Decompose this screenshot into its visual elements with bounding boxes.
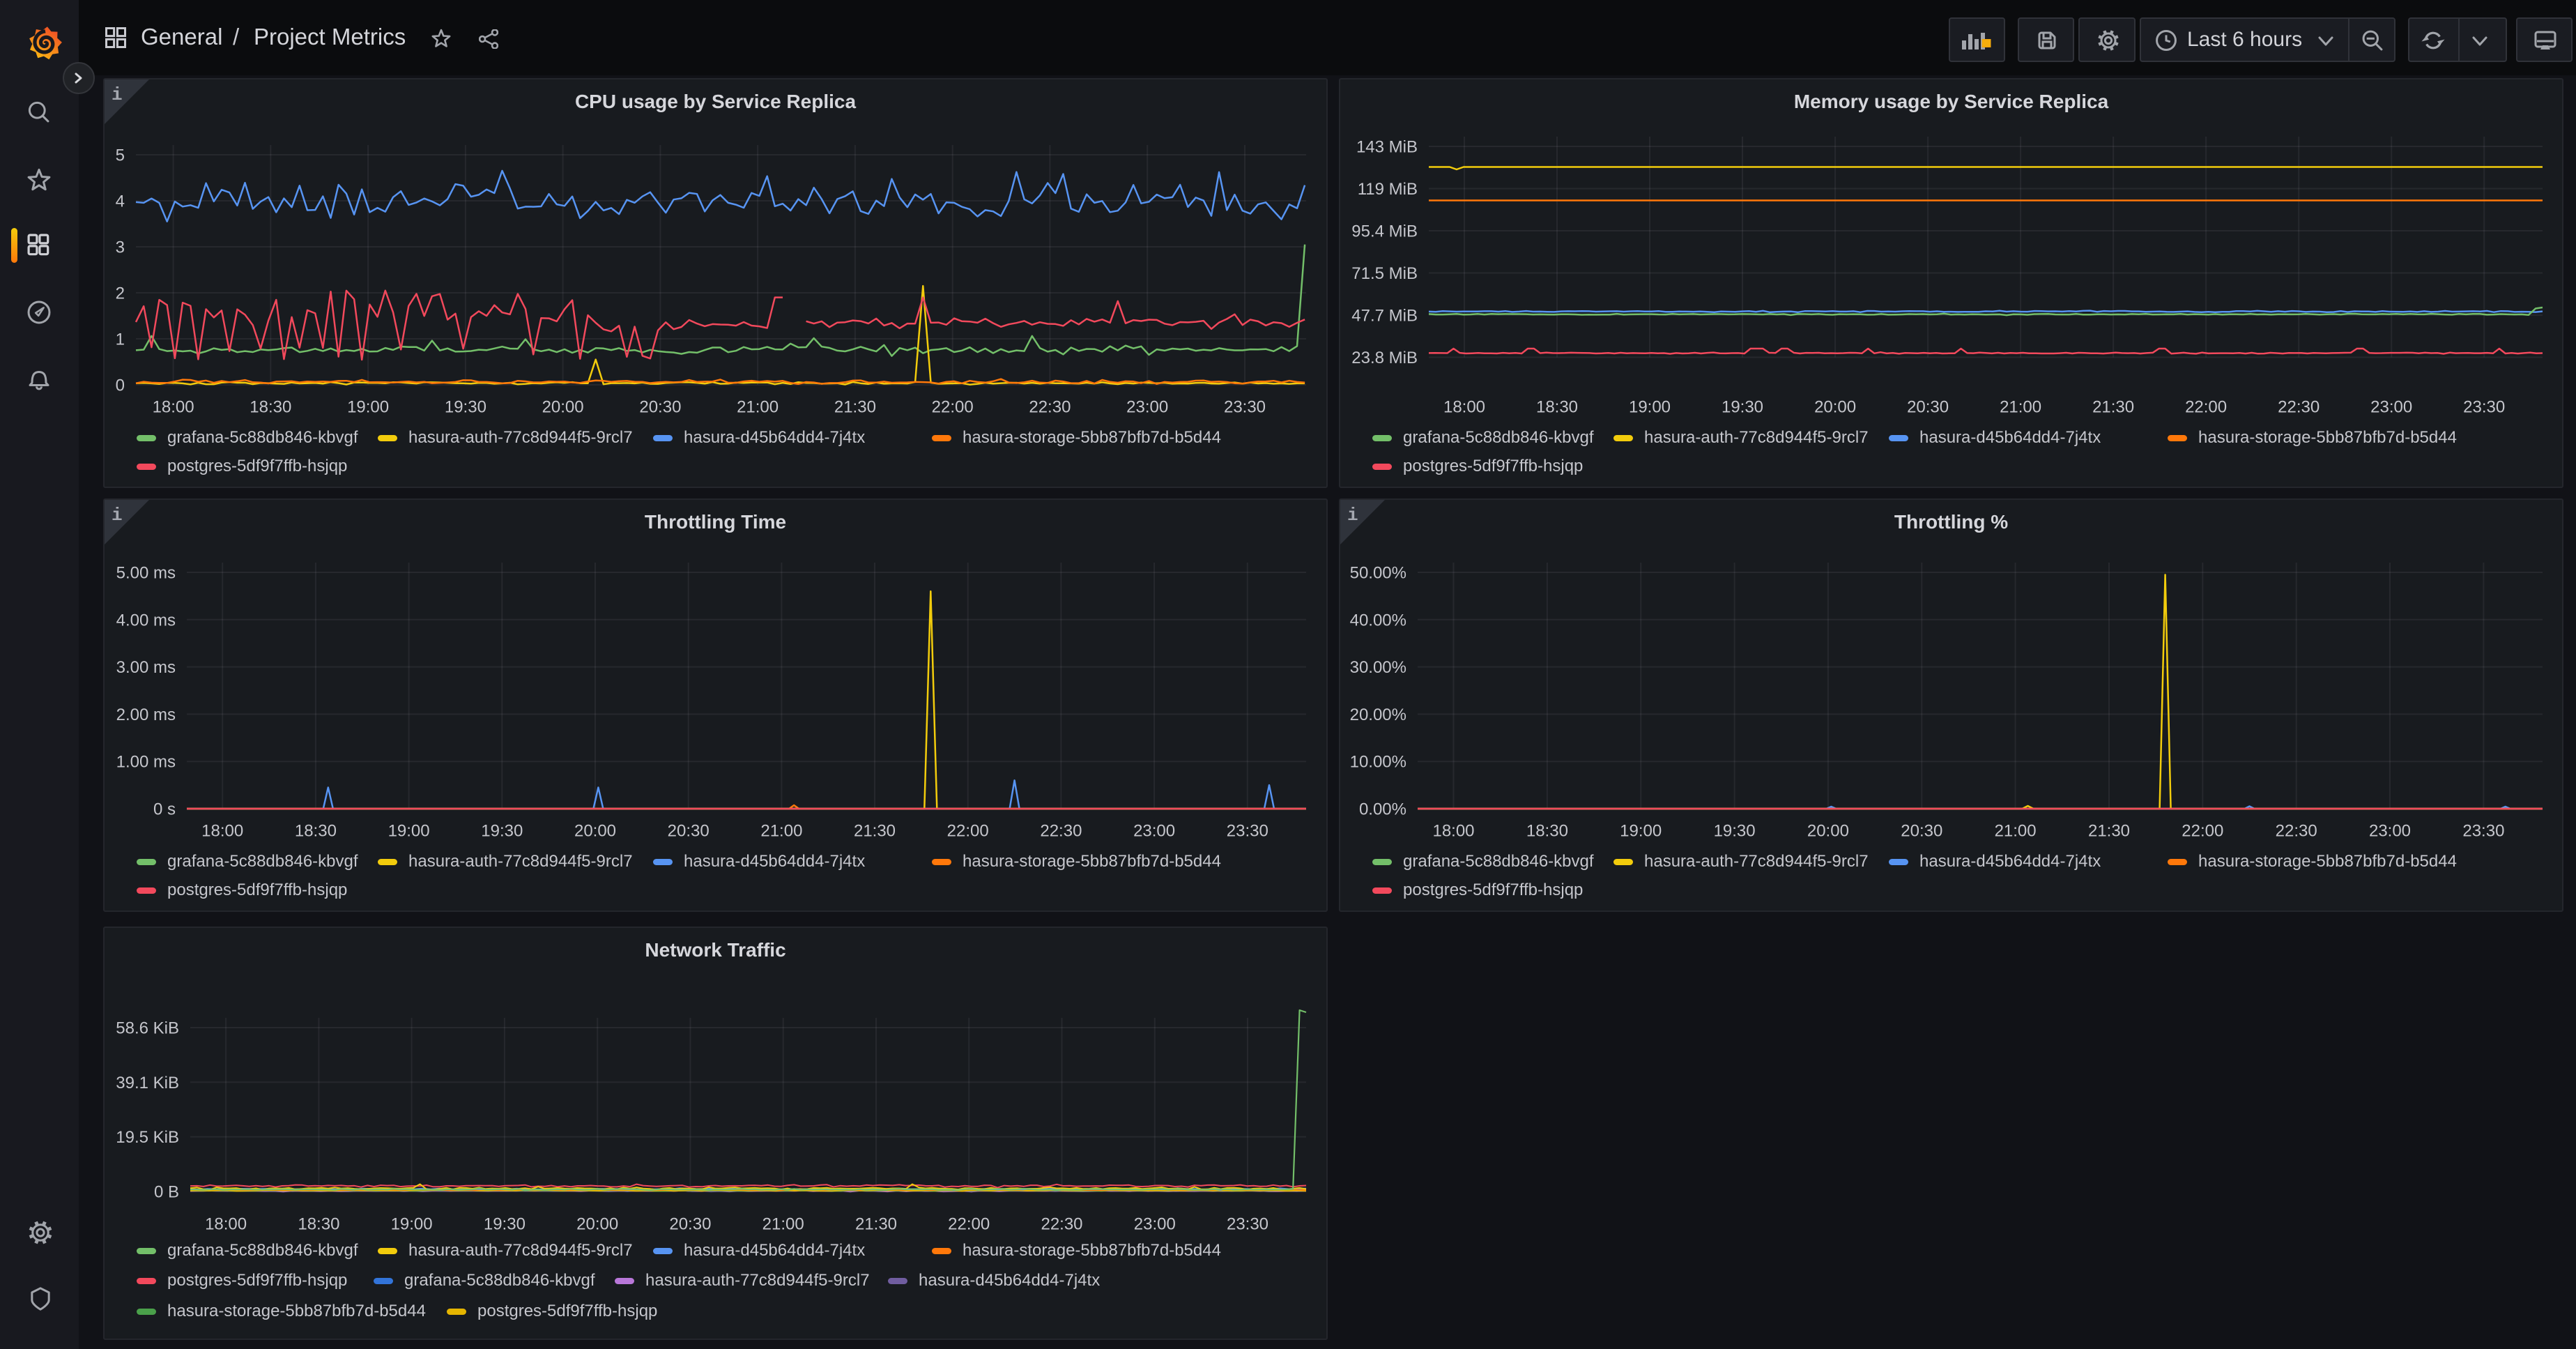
svg-text:21:30: 21:30: [834, 398, 876, 417]
svg-text:2.00 ms: 2.00 ms: [116, 706, 176, 724]
svg-text:18:00: 18:00: [205, 1215, 247, 1234]
svg-text:3.00 ms: 3.00 ms: [116, 658, 176, 677]
svg-text:23:00: 23:00: [2369, 822, 2411, 841]
svg-text:20:30: 20:30: [668, 822, 710, 841]
svg-text:20:30: 20:30: [1901, 822, 1942, 841]
svg-text:22:30: 22:30: [1040, 822, 1082, 841]
svg-text:20:30: 20:30: [1907, 398, 1949, 417]
svg-text:19:30: 19:30: [484, 1215, 526, 1234]
svg-text:22:00: 22:00: [948, 1215, 990, 1234]
svg-text:22:00: 22:00: [2182, 822, 2223, 841]
svg-text:21:30: 21:30: [2088, 822, 2130, 841]
svg-text:5.00 ms: 5.00 ms: [116, 564, 176, 583]
svg-text:40.00%: 40.00%: [1350, 611, 1406, 630]
svg-text:47.7 MiB: 47.7 MiB: [1351, 307, 1418, 326]
svg-text:18:30: 18:30: [250, 398, 291, 417]
svg-text:0 B: 0 B: [154, 1183, 179, 1202]
svg-text:18:00: 18:00: [153, 398, 194, 417]
svg-text:0.00%: 0.00%: [1359, 800, 1406, 819]
svg-text:1: 1: [116, 330, 125, 349]
svg-text:19:00: 19:00: [1620, 822, 1662, 841]
svg-text:50.00%: 50.00%: [1350, 564, 1406, 583]
svg-text:20:00: 20:00: [576, 1215, 618, 1234]
svg-text:18:30: 18:30: [298, 1215, 339, 1234]
svg-text:19:00: 19:00: [388, 822, 430, 841]
svg-text:23:30: 23:30: [2462, 822, 2504, 841]
svg-text:21:30: 21:30: [855, 1215, 897, 1234]
svg-text:19:30: 19:30: [1714, 822, 1756, 841]
svg-text:19:30: 19:30: [445, 398, 486, 417]
svg-text:0 s: 0 s: [153, 800, 176, 819]
svg-text:19.5 KiB: 19.5 KiB: [116, 1128, 179, 1147]
svg-text:30.00%: 30.00%: [1350, 658, 1406, 677]
svg-text:22:30: 22:30: [1041, 1215, 1082, 1234]
svg-text:21:00: 21:00: [760, 822, 802, 841]
svg-text:23:30: 23:30: [2463, 398, 2505, 417]
svg-text:18:30: 18:30: [1536, 398, 1578, 417]
svg-text:23:30: 23:30: [1227, 822, 1268, 841]
svg-text:21:00: 21:00: [737, 398, 779, 417]
svg-text:21:00: 21:00: [1995, 822, 2037, 841]
svg-text:1.00 ms: 1.00 ms: [116, 753, 176, 772]
svg-text:18:30: 18:30: [1526, 822, 1568, 841]
svg-text:19:30: 19:30: [481, 822, 523, 841]
svg-text:18:30: 18:30: [295, 822, 337, 841]
svg-text:22:00: 22:00: [947, 822, 989, 841]
svg-text:19:30: 19:30: [1722, 398, 1763, 417]
svg-text:4: 4: [116, 192, 125, 211]
svg-text:22:30: 22:30: [1029, 398, 1071, 417]
svg-text:20.00%: 20.00%: [1350, 706, 1406, 724]
svg-text:71.5 MiB: 71.5 MiB: [1351, 264, 1418, 283]
svg-text:23:00: 23:00: [1126, 398, 1168, 417]
svg-text:22:00: 22:00: [2185, 398, 2227, 417]
svg-text:21:30: 21:30: [854, 822, 896, 841]
svg-text:95.4 MiB: 95.4 MiB: [1351, 222, 1418, 241]
svg-text:20:00: 20:00: [1814, 398, 1856, 417]
svg-text:4.00 ms: 4.00 ms: [116, 611, 176, 630]
svg-text:22:30: 22:30: [2276, 822, 2317, 841]
svg-text:20:30: 20:30: [669, 1215, 711, 1234]
svg-text:18:00: 18:00: [201, 822, 243, 841]
svg-text:5: 5: [116, 146, 125, 165]
svg-text:23.8 MiB: 23.8 MiB: [1351, 349, 1418, 367]
svg-text:19:00: 19:00: [391, 1215, 433, 1234]
svg-text:119 MiB: 119 MiB: [1358, 180, 1418, 199]
svg-text:23:00: 23:00: [2370, 398, 2412, 417]
svg-text:2: 2: [116, 284, 125, 303]
svg-text:23:00: 23:00: [1133, 822, 1175, 841]
svg-text:58.6 KiB: 58.6 KiB: [116, 1019, 179, 1038]
svg-text:0: 0: [116, 376, 125, 395]
svg-text:19:00: 19:00: [1629, 398, 1671, 417]
svg-text:22:00: 22:00: [932, 398, 974, 417]
svg-text:20:00: 20:00: [542, 398, 584, 417]
svg-text:39.1 KiB: 39.1 KiB: [116, 1074, 179, 1092]
svg-text:21:30: 21:30: [2092, 398, 2134, 417]
svg-text:21:00: 21:00: [2000, 398, 2041, 417]
svg-text:23:30: 23:30: [1224, 398, 1266, 417]
svg-text:23:30: 23:30: [1227, 1215, 1268, 1234]
svg-text:18:00: 18:00: [1432, 822, 1474, 841]
svg-text:19:00: 19:00: [347, 398, 389, 417]
svg-text:20:00: 20:00: [574, 822, 616, 841]
svg-text:18:00: 18:00: [1443, 398, 1485, 417]
svg-text:20:00: 20:00: [1807, 822, 1849, 841]
svg-text:23:00: 23:00: [1134, 1215, 1176, 1234]
svg-text:143 MiB: 143 MiB: [1356, 138, 1418, 157]
svg-text:21:00: 21:00: [762, 1215, 804, 1234]
svg-text:20:30: 20:30: [639, 398, 681, 417]
svg-text:22:30: 22:30: [2278, 398, 2320, 417]
svg-text:3: 3: [116, 238, 125, 257]
svg-text:10.00%: 10.00%: [1350, 753, 1406, 772]
